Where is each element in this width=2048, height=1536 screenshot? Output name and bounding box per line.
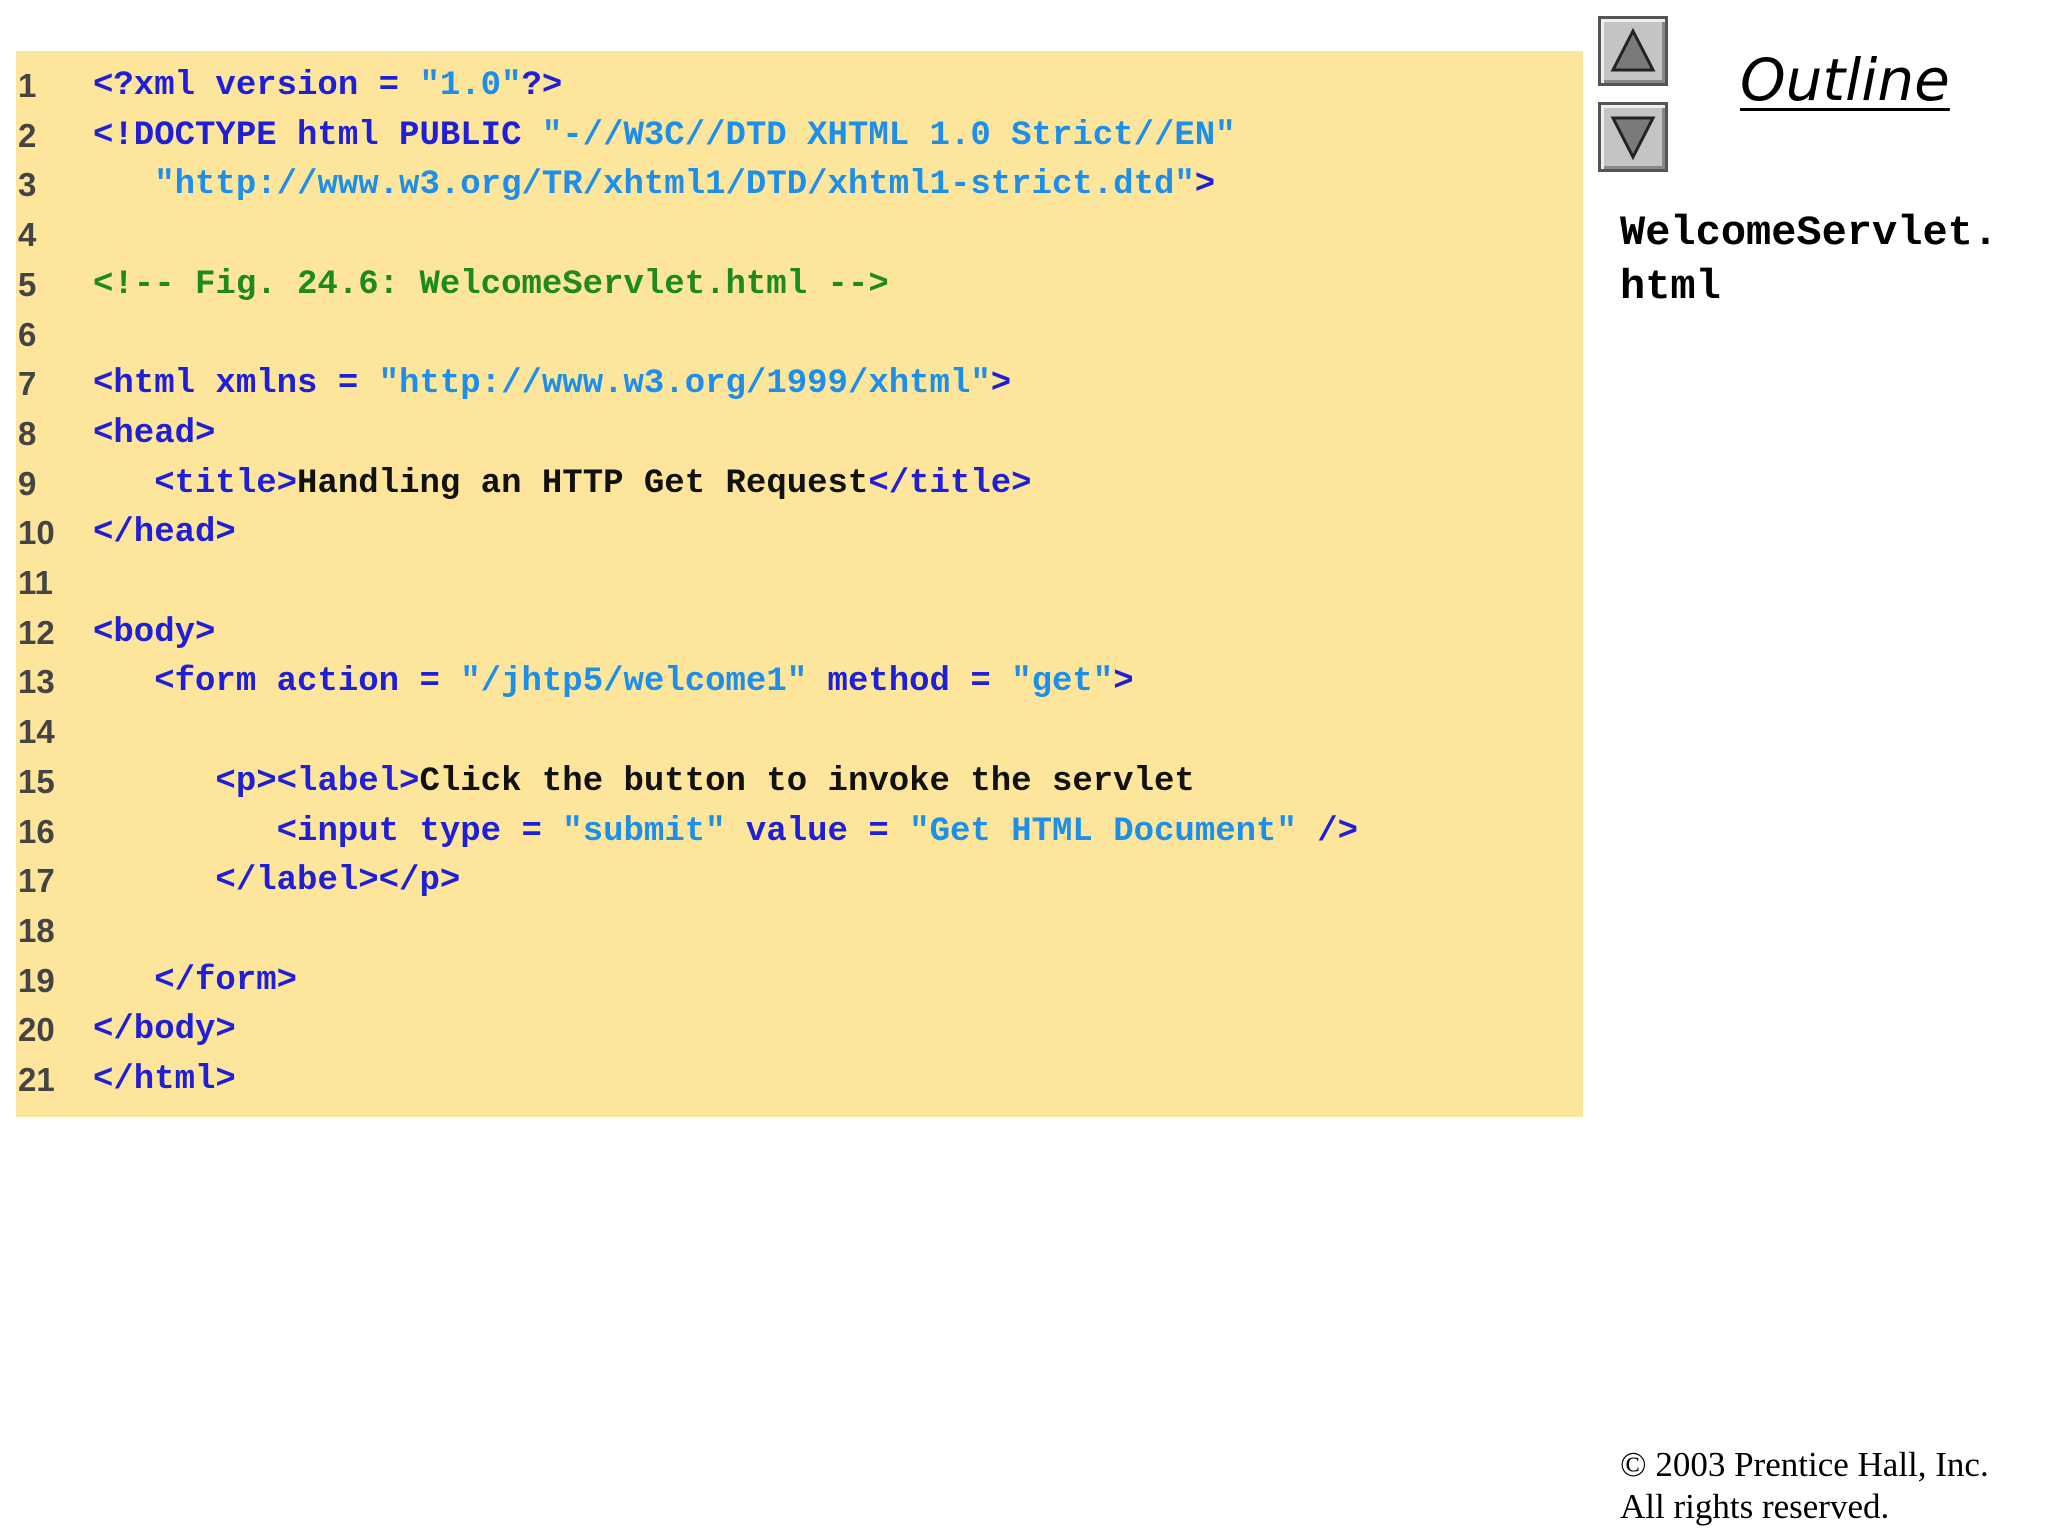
- line-number: 7: [18, 365, 37, 403]
- code-token: ?>: [521, 67, 563, 105]
- code-token: <?xml version =: [93, 67, 420, 105]
- code-token: <p><label>: [215, 762, 420, 801]
- code-token: <title>: [154, 464, 298, 503]
- line-number: 12: [18, 613, 55, 651]
- triangle-up-icon: [1610, 28, 1656, 72]
- line-number: 3: [18, 166, 37, 204]
- copyright-notice: © 2003 Prentice Hall, Inc. All rights re…: [1620, 1444, 1989, 1528]
- code-token: "Get HTML Document": [909, 812, 1297, 851]
- code-text: <p><label>Click the button to invoke the…: [93, 757, 1195, 807]
- previous-slide-button[interactable]: [1598, 16, 1668, 86]
- line-number: 10: [18, 514, 55, 552]
- code-token: "submit": [562, 812, 726, 851]
- code-text: <input type = "submit" value = "Get HTML…: [93, 807, 1358, 857]
- file-name-line-1: WelcomeServlet.: [1620, 209, 1999, 257]
- code-token: </label></p>: [215, 862, 461, 901]
- code-token: >: [1194, 166, 1216, 205]
- code-token: <head>: [93, 414, 216, 453]
- line-number: 2: [18, 116, 37, 154]
- code-token: </body>: [93, 1011, 236, 1050]
- code-token: value =: [725, 812, 910, 851]
- code-token: method =: [807, 663, 1012, 702]
- code-text: <!DOCTYPE html PUBLIC "-//W3C//DTD XHTML…: [93, 111, 1236, 161]
- line-number: 13: [18, 663, 55, 701]
- code-token: <body>: [93, 613, 216, 652]
- code-text: <form action = "/jhtp5/welcome1" method …: [93, 657, 1134, 707]
- code-token: />: [1296, 812, 1359, 851]
- code-token: "-//W3C//DTD XHTML 1.0 Strict//EN": [541, 116, 1236, 155]
- file-name-label: WelcomeServlet. html: [1620, 206, 1998, 314]
- code-token: "1.0": [419, 67, 522, 105]
- code-token: "http://www.w3.org/1999/xhtml": [378, 365, 991, 404]
- code-token: </form>: [154, 961, 298, 1000]
- code-token: "http://www.w3.org/TR/xhtml1/DTD/xhtml1-…: [154, 166, 1195, 205]
- line-number: 16: [18, 812, 55, 850]
- triangle-down-icon: [1610, 116, 1656, 160]
- line-number: 15: [18, 762, 55, 800]
- code-text: </head>: [93, 508, 236, 558]
- line-number: 1: [18, 67, 37, 104]
- line-number: 11: [18, 564, 53, 601]
- code-token: Handling an HTTP Get Request: [297, 464, 869, 503]
- code-text: <html xmlns = "http://www.w3.org/1999/xh…: [93, 359, 1011, 409]
- code-token: "get": [1011, 663, 1114, 702]
- code-listing: 1 <?xml version = "1.0"?> 2 <!DOCTYPE html …: [16, 51, 1583, 1117]
- line-number: 14: [18, 713, 55, 751]
- code-text: </label></p>: [93, 856, 460, 906]
- code-token: </head>: [93, 514, 236, 553]
- code-token: "/jhtp5/welcome1": [460, 663, 808, 702]
- code-token: <html xmlns =: [93, 365, 379, 404]
- line-number: 8: [18, 414, 37, 452]
- code-token: </html>: [93, 1061, 236, 1099]
- line-number: 19: [18, 961, 55, 999]
- code-text: <body>: [93, 608, 215, 658]
- line-number: 20: [18, 1011, 55, 1049]
- code-text: <!-- Fig. 24.6: WelcomeServlet.html -->: [93, 260, 889, 310]
- outline-title[interactable]: Outline: [1740, 46, 1950, 114]
- code-token: <!DOCTYPE html PUBLIC: [93, 116, 542, 155]
- line-number: 17: [18, 862, 55, 900]
- code-token: Click the button to invoke the servlet: [419, 762, 1195, 801]
- code-token: <input type =: [276, 812, 563, 851]
- line-number: 5: [18, 265, 37, 303]
- copyright-line-2: All rights reserved.: [1620, 1487, 1890, 1526]
- next-slide-button[interactable]: [1598, 102, 1668, 172]
- code-text: <head>: [93, 409, 215, 459]
- line-number: 4: [18, 216, 37, 254]
- copyright-line-1: © 2003 Prentice Hall, Inc.: [1620, 1445, 1989, 1484]
- code-text: </body>: [93, 1005, 236, 1055]
- line-number: 6: [18, 315, 37, 353]
- code-token: >: [990, 365, 1012, 404]
- code-token: </title>: [868, 464, 1032, 503]
- code-text: <?xml version = "1.0"?>: [93, 61, 562, 111]
- code-token: <!-- Fig. 24.6: WelcomeServlet.html -->: [93, 265, 889, 304]
- line-number: 21: [18, 1061, 55, 1098]
- code-text: "http://www.w3.org/TR/xhtml1/DTD/xhtml1-…: [93, 160, 1215, 210]
- code-text: <title>Handling an HTTP Get Request</tit…: [93, 459, 1032, 509]
- code-token: <form action =: [154, 663, 461, 702]
- line-number: 9: [18, 464, 37, 502]
- code-token: >: [1113, 663, 1134, 702]
- line-number: 18: [18, 911, 55, 949]
- code-text: </html>: [93, 1055, 236, 1105]
- code-text: </form>: [93, 956, 297, 1006]
- file-name-line-2: html: [1620, 263, 1721, 311]
